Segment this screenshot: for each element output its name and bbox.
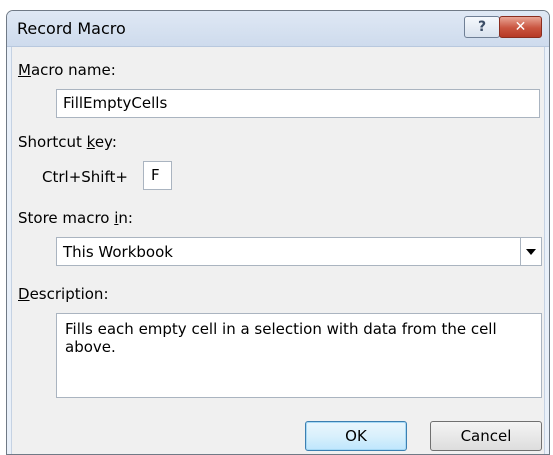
shortcut-key-input[interactable]: F (143, 161, 172, 190)
macro-name-input[interactable]: FillEmptyCells (56, 89, 540, 118)
shortcut-key-label: Shortcut key: (18, 133, 117, 151)
chevron-down-icon (526, 248, 536, 255)
shortcut-prefix: Ctrl+Shift+ (42, 168, 128, 186)
title-bar: Record Macro ? ✕ (7, 11, 549, 47)
description-label: Description: (18, 285, 109, 303)
ok-button[interactable]: OK (305, 421, 407, 451)
close-button[interactable]: ✕ (499, 16, 542, 38)
cancel-button[interactable]: Cancel (430, 421, 542, 451)
help-button[interactable]: ? (464, 16, 500, 38)
dialog-title: Record Macro (17, 19, 126, 38)
store-macro-value: This Workbook (63, 243, 173, 261)
description-textarea[interactable]: Fills each empty cell in a selection wit… (56, 313, 542, 398)
dialog-body: Macro name: FillEmptyCells Shortcut key:… (11, 47, 545, 454)
record-macro-dialog: Record Macro ? ✕ Macro name: FillEmptyCe… (6, 10, 550, 455)
help-icon: ? (477, 19, 487, 35)
close-icon: ✕ (514, 19, 527, 35)
dropdown-button[interactable] (520, 238, 541, 265)
store-macro-select[interactable]: This Workbook (56, 237, 542, 266)
macro-name-label: Macro name: (18, 61, 116, 79)
store-macro-label: Store macro in: (18, 209, 133, 227)
